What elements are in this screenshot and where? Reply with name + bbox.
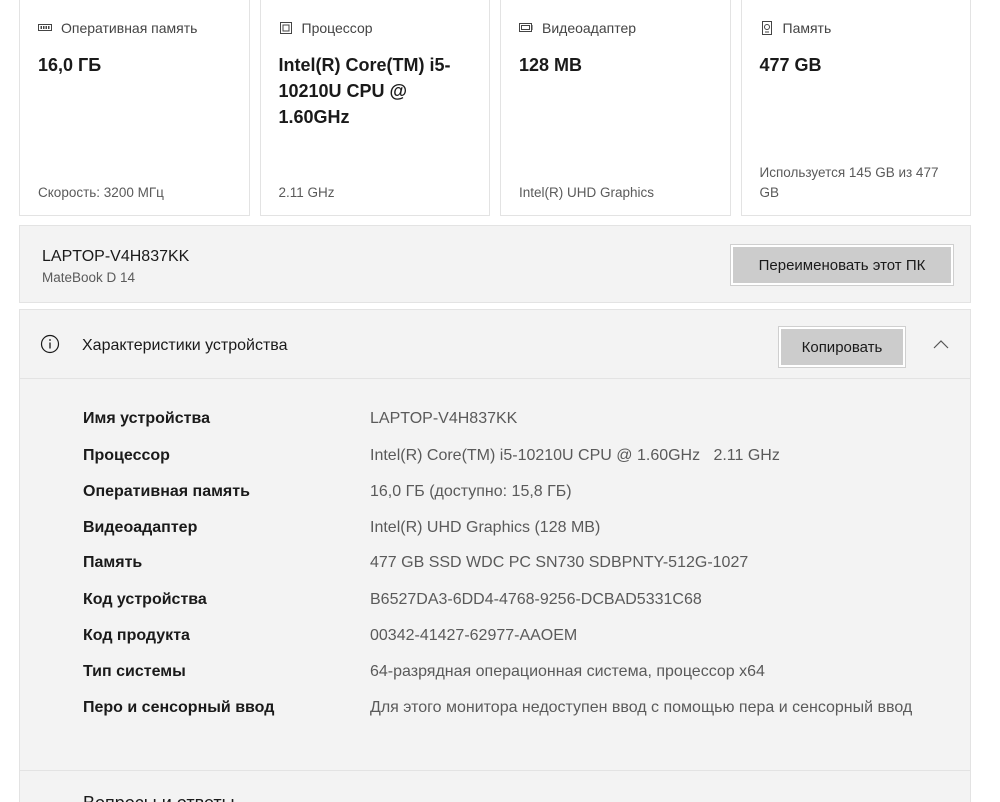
spec-name: Перо и сенсорный ввод — [83, 699, 275, 716]
card-header: Оперативная память — [38, 18, 231, 38]
spec-name: Имя устройства — [83, 410, 210, 427]
chevron-up-icon[interactable] — [930, 334, 952, 356]
processor-icon — [279, 21, 293, 35]
spec-value: 00342-41427-62977-AAOEM — [370, 627, 578, 644]
faq-title: Вопросы и ответы — [83, 793, 235, 802]
card-label: Память — [782, 20, 832, 36]
rename-pc-button[interactable]: Переименовать этот ПК — [730, 244, 954, 286]
card-header: Видеоадаптер — [519, 18, 712, 38]
card-footer: Intel(R) UHD Graphics — [519, 185, 655, 200]
faq-panel: Вопросы и ответы — [19, 770, 971, 802]
ram-icon — [38, 21, 52, 35]
card-processor: Процессор Intel(R) Core(TM) i5-10210U CP… — [259, 0, 490, 216]
card-label: Видеоадаптер — [542, 20, 637, 36]
spec-value: B6527DA3-6DD4-4768-9256-DCBAD5331C68 — [370, 591, 702, 608]
card-footer: Используется 145 GB из 477 GB — [759, 165, 939, 200]
info-icon — [40, 334, 60, 354]
specs-header[interactable]: Характеристики устройства Копировать — [20, 310, 970, 379]
card-header: Память — [760, 18, 953, 38]
spec-name: Процессор — [83, 447, 170, 464]
hardware-cards: Оперативная память 16,0 ГБ Скорость: 320… — [19, 0, 971, 216]
card-value: 16,0 ГБ — [38, 55, 102, 75]
spec-name: Видеоадаптер — [83, 519, 198, 536]
spec-value: 477 GB SSD WDC PC SN730 SDBPNTY-512G-102… — [370, 554, 749, 571]
card-header: Процессор — [279, 18, 472, 38]
spec-name: Код продукта — [83, 627, 190, 644]
spec-value: Intel(R) Core(TM) i5-10210U CPU @ 1.60GH… — [370, 447, 780, 464]
spec-name: Оперативная память — [83, 483, 250, 500]
device-model: MateBook D 14 — [42, 270, 136, 285]
spec-name: Код устройства — [83, 591, 207, 608]
video-adapter-icon — [519, 21, 533, 35]
spec-name: Тип системы — [83, 663, 186, 680]
spec-name: Память — [83, 554, 143, 571]
copy-button[interactable]: Копировать — [778, 326, 906, 368]
device-name: LAPTOP-V4H837KK — [42, 248, 190, 265]
card-ram: Оперативная память 16,0 ГБ Скорость: 320… — [19, 0, 250, 216]
card-label: Оперативная память — [61, 20, 198, 36]
card-value: 128 MB — [519, 55, 583, 75]
spec-value: 16,0 ГБ (доступно: 15,8 ГБ) — [370, 483, 572, 500]
card-video-adapter: Видеоадаптер 128 MB Intel(R) UHD Graphic… — [500, 0, 731, 216]
card-value: 477 GB — [759, 55, 822, 75]
card-storage: Память 477 GB Используется 145 GB из 477… — [740, 0, 971, 216]
specs-title: Характеристики устройства — [82, 337, 288, 354]
spec-value: LAPTOP-V4H837KK — [370, 410, 518, 427]
card-footer: 2.11 GHz — [278, 185, 335, 200]
spec-value: Intel(R) UHD Graphics (128 MB) — [370, 519, 601, 536]
storage-icon — [760, 21, 774, 35]
device-name-panel: LAPTOP-V4H837KK MateBook D 14 Переименов… — [19, 225, 971, 303]
card-footer: Скорость: 3200 МГц — [38, 185, 164, 200]
spec-value: 64-разрядная операционная система, проце… — [370, 663, 765, 680]
card-value: Intel(R) Core(TM) i5-10210U CPU @ 1.60GH… — [278, 55, 451, 127]
card-label: Процессор — [301, 20, 373, 36]
device-specifications-panel: Характеристики устройства Копировать Имя… — [19, 309, 971, 771]
spec-value: Для этого монитора недоступен ввод с пом… — [370, 699, 913, 716]
